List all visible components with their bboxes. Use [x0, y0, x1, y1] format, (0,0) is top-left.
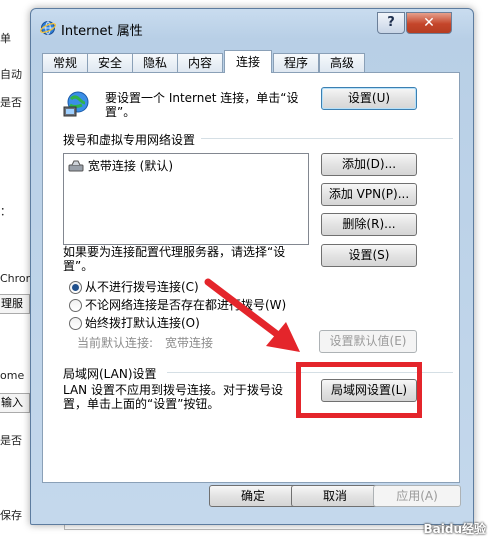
broadband-connection-icon	[68, 160, 84, 172]
tab-privacy[interactable]: 隐私	[132, 53, 178, 72]
dialup-group-title: 拨号和虚拟专用网络设置	[63, 133, 196, 147]
lan-description: LAN 设置不应用到拨号连接。对于拨号设	[63, 383, 283, 397]
setup-button[interactable]: 设置(U)	[321, 87, 417, 110]
radio-never-dial[interactable]	[69, 281, 82, 294]
tab-programs[interactable]: 程序	[273, 53, 319, 72]
background-text: 保存	[0, 509, 22, 522]
radio-always-dial-default-label[interactable]: 始终拨打默认连接(O)	[85, 316, 200, 330]
dialog-title: Internet 属性	[61, 24, 143, 39]
setup-description: 要设置一个 Internet 连接，单击“设	[105, 91, 299, 105]
set-default-button[interactable]: 设置默认值(E)	[319, 330, 417, 353]
background-text: 是否	[0, 96, 22, 109]
current-default-value: 宽带连接	[165, 336, 214, 350]
annotation-highlight-box	[296, 362, 422, 418]
remove-connection-button[interactable]: 删除(R)...	[321, 213, 417, 236]
tab-security[interactable]: 安全	[87, 53, 133, 72]
tab-content[interactable]: 内容	[177, 53, 223, 72]
list-item-label: 宽带连接 (默认)	[87, 159, 174, 173]
background-text: ：	[0, 205, 11, 218]
help-button[interactable]: ?	[377, 12, 405, 34]
add-vpn-button[interactable]: 添加 VPN(P)...	[321, 183, 417, 206]
background-text: ome	[0, 369, 25, 382]
close-button[interactable]: ✕	[406, 12, 452, 34]
radio-dial-whenever[interactable]	[69, 299, 82, 312]
proxy-description: 如果要为连接配置代理服务器，请选择“设	[63, 245, 286, 259]
dialup-connections-list[interactable]: 宽带连接 (默认)	[63, 153, 309, 245]
radio-never-dial-label[interactable]: 从不进行拨号连接(C)	[85, 280, 199, 294]
internet-properties-dialog: Internet 属性 ? ✕ 常规 安全 隐私 内容 连接 程序 高级 要设置…	[30, 8, 474, 525]
tab-connections[interactable]: 连接	[224, 50, 272, 73]
network-globe-icon	[63, 91, 89, 117]
group-divider	[201, 138, 453, 139]
watermark: Baidu经验	[423, 522, 487, 536]
add-connection-button[interactable]: 添加(D)...	[321, 153, 417, 176]
radio-always-dial-default[interactable]	[69, 317, 82, 330]
radio-dial-whenever-label[interactable]: 不论网络连接是否存在都进行拨号(W)	[85, 298, 286, 312]
setup-description-line2: 置”。	[105, 105, 136, 119]
tab-advanced[interactable]: 高级	[319, 53, 365, 72]
apply-button[interactable]: 应用(A)	[373, 485, 461, 507]
proxy-description-line2: 置”。	[63, 259, 94, 273]
background-button[interactable]: 理服	[0, 294, 30, 314]
lan-group-title: 局域网(LAN)设置	[63, 367, 157, 381]
internet-explorer-icon	[40, 21, 56, 35]
background-text: Chron	[0, 272, 33, 285]
dialup-settings-button[interactable]: 设置(S)	[321, 244, 417, 267]
cancel-button[interactable]: 取消	[291, 485, 379, 507]
background-text: 是否	[0, 434, 22, 447]
ok-button[interactable]: 确定	[209, 485, 297, 507]
background-input[interactable]: 输入	[0, 393, 30, 413]
background-text: 自动	[0, 68, 22, 81]
current-default-label: 当前默认连接:	[77, 336, 154, 350]
background-text: 单	[0, 32, 11, 45]
lan-description-line2: 置，单击上面的“设置”按钮。	[63, 397, 220, 411]
tab-general[interactable]: 常规	[42, 53, 88, 72]
list-item[interactable]: 宽带连接 (默认)	[68, 157, 173, 174]
